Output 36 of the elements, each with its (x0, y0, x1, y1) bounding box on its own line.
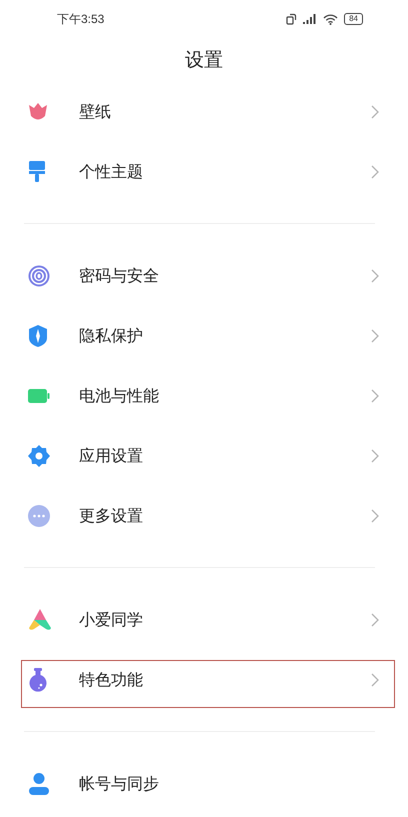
battery-icon (28, 389, 50, 403)
settings-icon (28, 445, 50, 467)
settings-item[interactable]: 帐号与同步 (0, 754, 408, 814)
signal-icon (303, 14, 318, 24)
settings-item[interactable]: 隐私保护 (0, 306, 408, 366)
settings-item[interactable]: 更多设置 (0, 486, 408, 546)
fingerprint-icon (28, 265, 50, 287)
settings-item[interactable]: 特色功能 (0, 650, 408, 710)
flask-icon (28, 668, 48, 692)
wifi-icon (323, 14, 338, 24)
item-label: 更多设置 (79, 506, 144, 526)
shield-icon (28, 325, 48, 347)
item-label: 壁纸 (79, 102, 112, 122)
rotation-lock-icon (286, 13, 298, 25)
item-label: 小爱同学 (79, 610, 144, 630)
item-label: 隐私保护 (79, 326, 144, 346)
settings-item[interactable]: 壁纸 (0, 82, 408, 142)
triangle-icon (28, 609, 52, 631)
settings-item[interactable]: 小爱同学 (0, 590, 408, 650)
item-label: 个性主题 (79, 162, 144, 182)
item-label: 应用设置 (79, 446, 144, 466)
page-title: 设置 (185, 48, 223, 73)
person-icon (28, 773, 50, 795)
settings-item[interactable]: 个性主题 (0, 142, 408, 202)
brush-icon (28, 161, 46, 183)
settings-item[interactable]: 密码与安全 (0, 246, 408, 306)
settings-item[interactable]: 应用设置 (0, 426, 408, 486)
item-label: 电池与性能 (79, 386, 160, 406)
battery-indicator: 84 (344, 13, 363, 25)
more-icon (28, 505, 50, 527)
settings-item[interactable]: 电池与性能 (0, 366, 408, 426)
item-label: 帐号与同步 (79, 774, 160, 794)
item-label: 密码与安全 (79, 266, 160, 286)
item-label: 特色功能 (79, 670, 144, 690)
tulip-icon (28, 103, 48, 121)
status-time: 下午3:53 (57, 10, 104, 28)
